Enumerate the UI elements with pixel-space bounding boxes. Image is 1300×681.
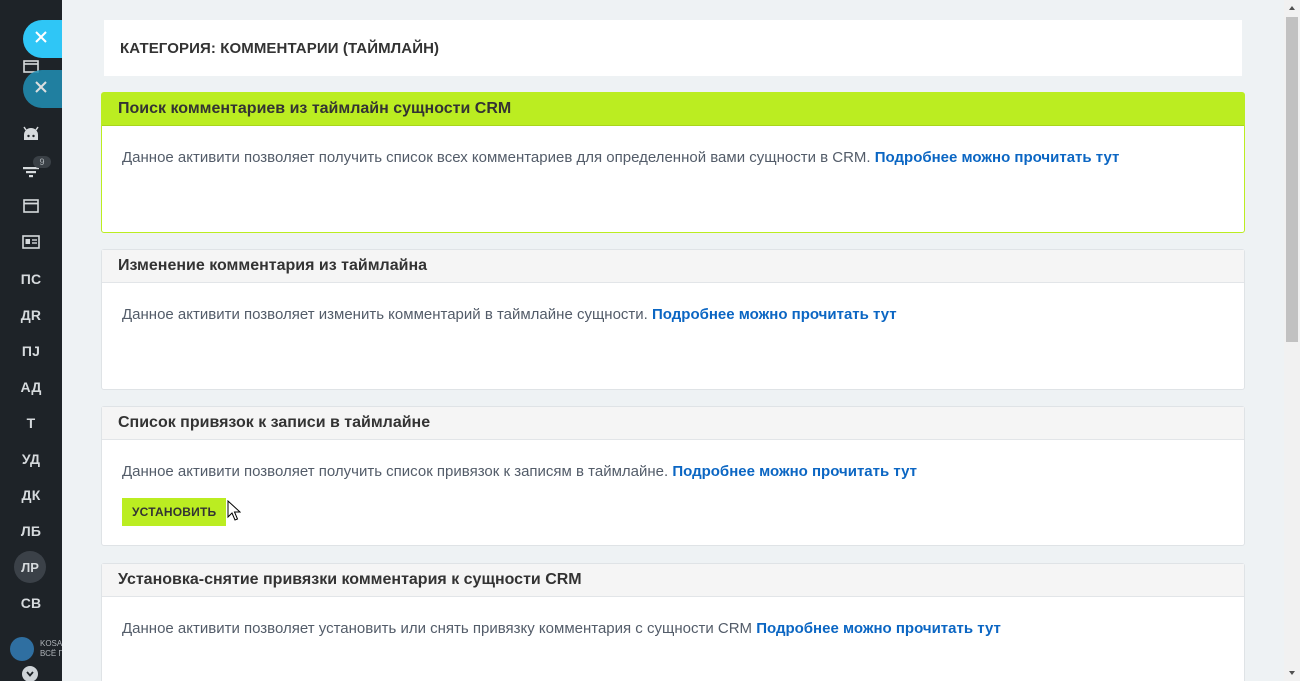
company-logo-icon[interactable] xyxy=(10,637,34,661)
vertical-scrollbar[interactable] xyxy=(1284,0,1300,681)
install-button[interactable]: УСТАНОВИТЬ xyxy=(122,498,227,526)
page-title: КАТЕГОРИЯ: КОММЕНТАРИИ (ТАЙМЛАЙН) xyxy=(104,20,1242,76)
card-description: Данное активити позволяет изменить комме… xyxy=(122,306,648,323)
arrow-down-icon[interactable] xyxy=(1284,665,1300,681)
close-icon xyxy=(34,80,48,99)
card-body: Данное активити позволяет получить списо… xyxy=(102,126,1244,166)
card-body: Данное активити позволяет установить или… xyxy=(102,597,1244,637)
sidebar-item-sv[interactable]: СВ xyxy=(0,591,62,615)
sidebar-item-ps[interactable]: ПС xyxy=(0,267,62,291)
activity-card-search-comments: Поиск комментариев из таймлайн сущности … xyxy=(101,92,1245,233)
card-title: Список привязок к записи в таймлайне xyxy=(102,407,1244,440)
activity-card-binding-list: Список привязок к записи в таймлайне Дан… xyxy=(101,406,1245,546)
close-slider-button[interactable] xyxy=(23,20,67,58)
read-more-link[interactable]: Подробнее можно прочитать тут xyxy=(652,306,897,323)
close-icon xyxy=(34,30,48,49)
scrollbar-thumb[interactable] xyxy=(1286,17,1298,342)
arrow-up-icon[interactable] xyxy=(1284,0,1300,16)
sidebar-item-t[interactable]: Т xyxy=(0,411,62,435)
window-icon[interactable] xyxy=(0,194,62,218)
main-content: КАТЕГОРИЯ: КОММЕНТАРИИ (ТАЙМЛАЙН) Поиск … xyxy=(62,0,1284,681)
activity-card-edit-comment: Изменение комментария из таймлайна Данно… xyxy=(101,249,1245,390)
chevron-down-icon[interactable] xyxy=(22,666,38,681)
sidebar-item-ud[interactable]: УД xyxy=(0,447,62,471)
card-description: Данное активити позволяет получить списо… xyxy=(122,463,669,480)
read-more-link[interactable]: Подробнее можно прочитать тут xyxy=(756,620,1001,637)
read-more-link[interactable]: Подробнее можно прочитать тут xyxy=(875,149,1120,166)
close-slider-button-secondary[interactable] xyxy=(23,70,67,108)
avatar[interactable]: ЛР xyxy=(14,551,46,583)
contact-card-icon[interactable] xyxy=(0,230,62,254)
filter-badge: 9 xyxy=(33,156,51,168)
sidebar-item-dk[interactable]: ДК xyxy=(0,483,62,507)
card-title: Изменение комментария из таймлайна xyxy=(102,250,1244,283)
card-title: Поиск комментариев из таймлайн сущности … xyxy=(102,93,1244,126)
card-description: Данное активити позволяет получить списо… xyxy=(122,149,871,166)
sidebar-item-dr[interactable]: ДR xyxy=(0,303,62,327)
card-description: Данное активити позволяет установить или… xyxy=(122,620,753,637)
android-icon[interactable] xyxy=(0,122,62,146)
company-logo-text: KOSA ВСЁ П xyxy=(40,639,62,658)
mouse-cursor-icon xyxy=(227,499,242,527)
sidebar-item-lb[interactable]: ЛБ xyxy=(0,519,62,543)
card-body: Данное активити позволяет изменить комме… xyxy=(102,283,1244,323)
sidebar-item-pj[interactable]: ПJ xyxy=(0,339,62,363)
card-body: Данное активити позволяет получить списо… xyxy=(102,440,1244,526)
read-more-link[interactable]: Подробнее можно прочитать тут xyxy=(672,463,917,480)
card-title: Установка-снятие привязки комментария к … xyxy=(102,564,1244,597)
sidebar-item-ad[interactable]: АД xyxy=(0,375,62,399)
activity-card-set-binding: Установка-снятие привязки комментария к … xyxy=(101,563,1245,681)
filter-icon[interactable] xyxy=(0,160,62,184)
